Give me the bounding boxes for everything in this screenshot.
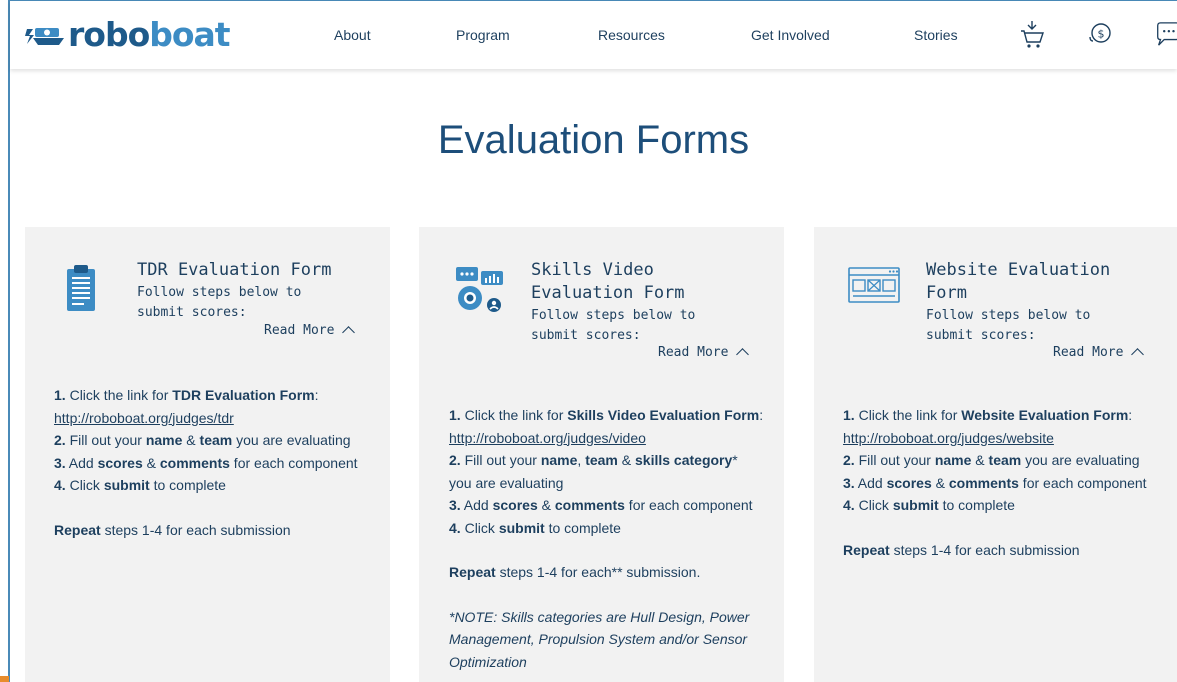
nav-program[interactable]: Program xyxy=(456,27,510,43)
roboboat-logo[interactable]: roboboat xyxy=(24,15,231,54)
chevron-up-icon xyxy=(342,326,356,339)
read-more-toggle[interactable]: Read More xyxy=(658,345,750,361)
step-2: 2. Fill out your name & team you are eva… xyxy=(843,452,1140,468)
repeat-note: Repeat steps 1-4 for each** submission. xyxy=(449,564,701,580)
card-subtitle-line-1: Follow steps below to xyxy=(926,308,1091,323)
logo-wordmark: roboboat xyxy=(68,15,231,54)
svg-text:$: $ xyxy=(1098,28,1105,41)
card-header: Website Evaluation Form Follow steps bel… xyxy=(926,259,1110,345)
donate-coin-icon[interactable]: $ xyxy=(1086,19,1114,49)
step-1: 1. Click the link for Skills Video Evalu… xyxy=(449,407,764,446)
card-instructions: 1. Click the link for Skills Video Evalu… xyxy=(449,404,764,673)
site-header: roboboat About Program Resources Get Inv… xyxy=(10,1,1177,69)
website-browser-icon xyxy=(848,267,900,303)
step-2: 2. Fill out your name, team & skills cat… xyxy=(449,452,738,491)
card-header: TDR Evaluation Form Follow steps below t… xyxy=(137,259,331,322)
chevron-up-icon xyxy=(1131,348,1145,361)
logo-text-robo: robo xyxy=(68,15,150,54)
card-subtitle-line-1: Follow steps below to xyxy=(137,285,302,300)
nav-stories[interactable]: Stories xyxy=(914,27,958,43)
step-1: 1. Click the link for TDR Evaluation For… xyxy=(54,387,319,426)
read-more-toggle[interactable]: Read More xyxy=(264,323,356,339)
step-1: 1. Click the link for Website Evaluation… xyxy=(843,407,1133,446)
card-instructions: 1. Click the link for TDR Evaluation For… xyxy=(54,384,369,541)
card-website-evaluation: Website Evaluation Form Follow steps bel… xyxy=(814,227,1177,682)
page-title: Evaluation Forms xyxy=(437,118,750,162)
card-title-line-2: Evaluation Form xyxy=(531,283,685,303)
chevron-up-icon xyxy=(736,348,750,361)
card-title-line-1: Website Evaluation xyxy=(926,260,1111,280)
skills-video-form-link[interactable]: http://roboboat.org/judges/video xyxy=(449,430,646,446)
website-form-link[interactable]: http://roboboat.org/judges/website xyxy=(843,430,1054,446)
logo-text-boat: boat xyxy=(149,15,230,54)
window-border-left xyxy=(8,0,10,682)
cart-icon[interactable] xyxy=(1018,19,1046,49)
card-instructions: 1. Click the link for Website Evaluation… xyxy=(843,404,1158,561)
repeat-note: Repeat steps 1-4 for each submission xyxy=(54,521,291,538)
chat-icon[interactable] xyxy=(1154,19,1177,49)
card-title-line-2: Form xyxy=(926,283,967,303)
card-subtitle-line-2: submit scores: xyxy=(926,328,1036,343)
step-4: 4. Click submit to complete xyxy=(449,519,621,536)
card-tdr-evaluation: TDR Evaluation Form Follow steps below t… xyxy=(25,227,390,682)
read-more-label: Read More xyxy=(264,323,335,338)
step-4: 4. Click submit to complete xyxy=(54,477,226,493)
skills-gear-chart-icon xyxy=(456,267,503,312)
nav-get-involved[interactable]: Get Involved xyxy=(751,27,830,43)
read-more-label: Read More xyxy=(1053,345,1124,360)
clipboard-icon xyxy=(67,265,95,311)
card-skills-video-evaluation: Skills Video Evaluation Form Follow step… xyxy=(419,227,784,682)
step-4: 4. Click submit to complete xyxy=(843,497,1015,513)
step-3: 3. Add scores & comments for each compon… xyxy=(54,454,358,471)
card-title-line-1: Skills Video xyxy=(531,260,654,280)
tdr-form-link[interactable]: http://roboboat.org/judges/tdr xyxy=(54,410,234,426)
card-subtitle-line-1: Follow steps below to xyxy=(531,308,696,323)
nav-about[interactable]: About xyxy=(334,27,371,43)
nav-resources[interactable]: Resources xyxy=(598,27,665,43)
card-header: Skills Video Evaluation Form Follow step… xyxy=(531,259,695,345)
step-3: 3. Add scores & comments for each compon… xyxy=(843,474,1147,491)
read-more-toggle[interactable]: Read More xyxy=(1053,345,1145,361)
card-title: TDR Evaluation Form xyxy=(137,260,332,280)
step-2: 2. Fill out your name & team you are eva… xyxy=(54,432,351,448)
skills-categories-note: *NOTE: Skills categories are Hull Design… xyxy=(449,608,750,670)
read-more-label: Read More xyxy=(658,345,729,360)
card-subtitle-line-2: submit scores: xyxy=(531,328,641,343)
step-3: 3. Add scores & comments for each compon… xyxy=(449,497,753,513)
card-subtitle-line-2: submit scores: xyxy=(137,305,247,320)
corner-marker xyxy=(0,676,9,682)
repeat-note: Repeat steps 1-4 for each submission xyxy=(843,541,1080,558)
boat-logo-icon xyxy=(25,28,64,45)
